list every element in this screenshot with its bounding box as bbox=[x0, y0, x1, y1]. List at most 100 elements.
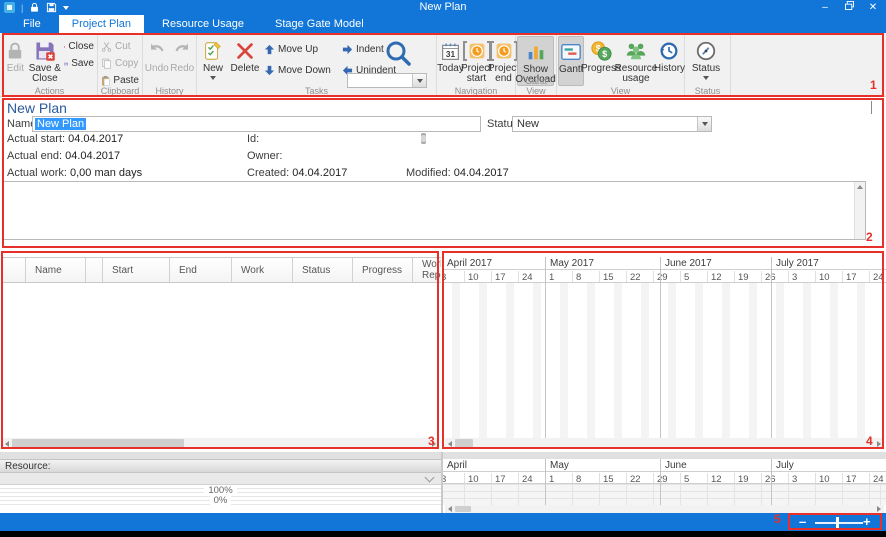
name-input-value: New Plan bbox=[35, 118, 86, 130]
modified-field: Modified: 04.04.2017 bbox=[406, 167, 509, 179]
new-dropdown-icon[interactable] bbox=[210, 76, 216, 80]
column-header-work[interactable]: Work bbox=[232, 258, 293, 282]
scroll-right-icon[interactable] bbox=[429, 438, 439, 449]
history-view-button[interactable]: History bbox=[654, 36, 684, 86]
column-header-empty2[interactable] bbox=[86, 258, 103, 282]
close-button[interactable]: Close bbox=[62, 39, 96, 54]
restore-icon bbox=[845, 1, 854, 10]
zoom-slider-thumb[interactable] bbox=[836, 517, 839, 528]
name-input[interactable]: New Plan bbox=[32, 116, 481, 132]
resource-selector-row[interactable] bbox=[0, 473, 441, 485]
scroll-left-icon[interactable] bbox=[445, 505, 455, 513]
cut-icon bbox=[101, 41, 112, 52]
timeline-week-label: 26 bbox=[761, 271, 788, 282]
close-window-button[interactable]: ✕ bbox=[866, 1, 880, 14]
timeline-week-label: 3 bbox=[788, 473, 815, 483]
save-and-close-button[interactable]: Save & Close bbox=[28, 36, 62, 86]
delete-task-button[interactable]: Delete bbox=[228, 36, 262, 86]
actual-work-field: Actual work: 0,00 man days bbox=[7, 167, 142, 179]
timeline-week-label: 24 bbox=[869, 271, 886, 282]
timeline-week-label: 26 bbox=[761, 473, 788, 483]
ribbon-group-gantt-view: Show Overload Gantt View bbox=[516, 33, 557, 96]
ribbon-tab-row: File Project Plan Resource Usage Stage G… bbox=[0, 15, 886, 33]
column-header-status[interactable]: Status bbox=[293, 258, 353, 282]
gantt-hscrollbar[interactable] bbox=[445, 438, 884, 449]
column-header-end[interactable]: End bbox=[170, 258, 232, 282]
scrollbar-thumb[interactable] bbox=[455, 439, 473, 448]
scroll-right-icon[interactable] bbox=[874, 438, 884, 449]
vertical-splitter[interactable] bbox=[441, 452, 443, 513]
scrollbar-thumb[interactable] bbox=[455, 506, 471, 512]
status-button[interactable]: Status bbox=[686, 36, 726, 86]
plan-form-panel: New Plan Name New Plan Status New Actual… bbox=[0, 97, 886, 252]
status-select-button[interactable] bbox=[697, 117, 711, 131]
project-start-button[interactable]: Project start bbox=[463, 36, 490, 86]
task-table-header: Name Start End Work Status Progress Work… bbox=[2, 257, 441, 283]
task-table-hscrollbar[interactable] bbox=[2, 438, 439, 449]
restore-button[interactable] bbox=[842, 1, 856, 14]
group-label-tasks: Tasks bbox=[197, 86, 436, 96]
ribbon-group-clipboard: Cut Copy Paste Clipboard bbox=[98, 33, 143, 96]
window-title: New Plan bbox=[0, 1, 886, 13]
notes-scrollbar[interactable] bbox=[854, 182, 865, 239]
status-dropdown-icon[interactable] bbox=[703, 76, 709, 80]
group-label-status: Status bbox=[685, 86, 730, 96]
move-up-button[interactable]: Move Up bbox=[262, 42, 340, 57]
scroll-left-icon[interactable] bbox=[445, 438, 455, 449]
timeline-week-label: 3 bbox=[443, 271, 464, 282]
tab-resource-usage[interactable]: Resource Usage bbox=[149, 15, 257, 33]
title-bar: | New Plan – ✕ bbox=[0, 0, 886, 15]
timeline-week-label: 10 bbox=[464, 271, 491, 282]
gantt-chart-area[interactable] bbox=[443, 283, 886, 438]
gantt-view-button[interactable]: Gantt bbox=[558, 36, 584, 86]
gantt-week-row: 31017241815222951219263101724 bbox=[443, 271, 886, 283]
chevron-down-icon bbox=[417, 79, 423, 83]
group-label-view: View bbox=[557, 86, 684, 96]
move-down-button[interactable]: Move Down bbox=[262, 63, 340, 78]
column-header-empty1[interactable] bbox=[2, 258, 26, 282]
today-button[interactable]: 31 Today bbox=[438, 36, 463, 86]
save-button[interactable]: Save bbox=[62, 56, 96, 71]
ribbon: Edit Save & Close Close Save Actions bbox=[0, 33, 886, 97]
progress-view-button[interactable]: $$ Progress bbox=[584, 36, 617, 86]
resource-hscrollbar[interactable] bbox=[445, 505, 884, 513]
timeline-month-label: April bbox=[443, 459, 545, 471]
minimize-button[interactable]: – bbox=[818, 1, 832, 14]
actual-end-field: Actual end: 04.04.2017 bbox=[7, 150, 120, 162]
collapse-panel-button[interactable] bbox=[871, 102, 872, 114]
timeline-week-label: 24 bbox=[869, 473, 886, 483]
zoom-in-button[interactable]: + bbox=[863, 514, 871, 529]
ribbon-group-actions: Edit Save & Close Close Save Actions bbox=[2, 33, 98, 96]
timeline-week-label: 10 bbox=[464, 473, 491, 483]
timeline-week-label: 24 bbox=[518, 271, 545, 282]
timeline-week-label: 17 bbox=[842, 271, 869, 282]
created-field: Created: 04.04.2017 bbox=[247, 167, 347, 179]
zoom-slider-track[interactable] bbox=[815, 522, 863, 524]
tab-stage-gate-model[interactable]: Stage Gate Model bbox=[262, 15, 377, 33]
gantt-icon bbox=[560, 39, 582, 65]
scroll-right-icon[interactable] bbox=[874, 505, 884, 513]
column-header-start[interactable]: Start bbox=[103, 258, 170, 282]
column-header-name[interactable]: Name bbox=[26, 258, 86, 282]
progress-coins-icon: $$ bbox=[589, 38, 613, 64]
timeline-week-label: 17 bbox=[842, 473, 869, 483]
scroll-left-icon[interactable] bbox=[2, 438, 12, 449]
column-header-work-reported[interactable]: Work Reported bbox=[413, 258, 441, 282]
search-button[interactable] bbox=[383, 39, 413, 72]
resource-month-separator bbox=[771, 459, 772, 505]
zoom-out-button[interactable]: – bbox=[799, 514, 806, 529]
column-header-progress[interactable]: Progress bbox=[353, 258, 413, 282]
chevron-down-icon bbox=[425, 473, 435, 483]
status-select[interactable]: New bbox=[512, 116, 712, 132]
tab-file[interactable]: File bbox=[10, 15, 54, 33]
resource-usage-view-button[interactable]: Resource usage bbox=[617, 36, 654, 86]
scrollbar-thumb[interactable] bbox=[12, 439, 184, 448]
timeline-week-label: 10 bbox=[815, 473, 842, 483]
notes-textarea[interactable] bbox=[2, 181, 866, 240]
tab-project-plan[interactable]: Project Plan bbox=[59, 15, 144, 33]
project-end-button[interactable]: Project end bbox=[490, 36, 517, 86]
undo-button: Undo bbox=[144, 36, 170, 86]
new-task-button[interactable]: New bbox=[198, 36, 228, 86]
project-start-icon bbox=[463, 38, 491, 64]
scroll-up-icon bbox=[857, 185, 863, 189]
